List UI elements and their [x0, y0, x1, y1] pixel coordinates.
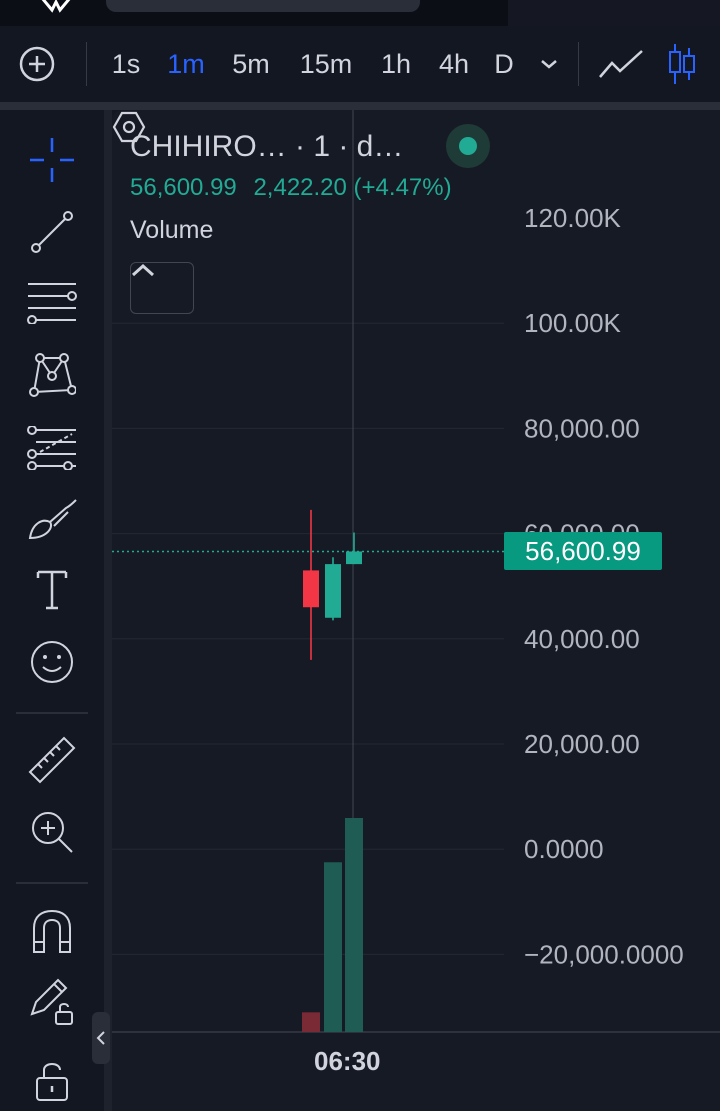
price-tick-label: 20,000.00 [524, 729, 640, 759]
sidebar-divider [16, 882, 88, 884]
interval-15m[interactable]: 15m [294, 26, 358, 102]
interval-dropdown[interactable] [534, 26, 564, 102]
symbol-title[interactable]: CHIHIRO… · 1 · d… [130, 130, 403, 164]
ruler-tool[interactable] [22, 730, 82, 790]
volume-bar [345, 817, 363, 1032]
unlock-icon [36, 1063, 68, 1101]
price-tick-label: 100.00K [524, 308, 622, 338]
chart-type-line-button[interactable] [596, 26, 646, 102]
app-logo-icon [41, 0, 71, 13]
settings-hex-icon[interactable] [112, 110, 146, 144]
price-tick-label: 0.0000 [524, 834, 604, 864]
emoji-icon [31, 641, 73, 683]
price-tick-label: −20,000.0000 [524, 939, 684, 969]
crosshair-icon [30, 138, 74, 182]
candle-body [346, 551, 362, 565]
legend-change: 2,422.20 (+4.47%) [253, 174, 452, 201]
zoom-in-icon [32, 812, 73, 853]
sidebar-divider [16, 712, 88, 714]
magnet-icon [33, 909, 71, 953]
fib-retracement-icon [27, 283, 77, 324]
status-dot-icon [459, 137, 477, 155]
add-symbol-button[interactable] [14, 26, 60, 102]
chevron-down-icon [541, 60, 557, 69]
unlock-tool[interactable] [22, 1050, 82, 1110]
legend-last-price: 56,600.99 [130, 174, 237, 201]
toolbar-divider [578, 42, 579, 86]
trend-line-icon [31, 211, 73, 253]
current-price-label: 56,600.99 [504, 532, 662, 571]
prediction-tool[interactable] [22, 418, 82, 478]
pattern-icon [29, 353, 76, 397]
brush-icon [28, 499, 77, 540]
candle-body [303, 570, 319, 608]
drawing-toolbar [0, 110, 104, 1111]
sidebar-collapse-button[interactable] [92, 1012, 110, 1064]
search-bar[interactable] [106, 0, 420, 12]
zoom-in-tool[interactable] [22, 802, 82, 862]
chart-type-candles-button[interactable] [660, 26, 704, 102]
ruler-icon [28, 736, 76, 784]
volume-bar [302, 1012, 320, 1032]
status-strip [0, 0, 720, 26]
toolbar-divider [86, 42, 87, 86]
symbol-legend: CHIHIRO… · 1 · d… 56,600.99 2,422.20 (+4… [130, 124, 490, 201]
legend-values: 56,600.99 2,422.20 (+4.47%) [130, 174, 452, 202]
prediction-icon [27, 426, 76, 470]
lock-drawing-tool[interactable] [22, 970, 82, 1030]
price-tick-label: 40,000.00 [524, 624, 640, 654]
legend-collapse-button[interactable] [130, 262, 194, 314]
text-icon [36, 570, 68, 610]
toolbar-separator [0, 102, 720, 110]
chevron-up-icon [131, 263, 155, 277]
lock-drawing-icon [30, 978, 73, 1025]
chart-pane[interactable]: 120.00K100.00K80,000.0060,000.0040,000.0… [112, 110, 720, 1111]
pattern-tool[interactable] [22, 344, 82, 404]
text-tool[interactable] [22, 560, 82, 620]
fib-retracement-tool[interactable] [22, 272, 82, 332]
candle-body [325, 564, 341, 618]
candles-icon [669, 44, 695, 84]
line-chart-icon [599, 50, 643, 78]
magnet-tool[interactable] [22, 902, 82, 962]
volume-bar [324, 862, 342, 1032]
interval-d[interactable]: D [488, 26, 520, 102]
chevron-left-icon [96, 1031, 105, 1045]
status-strip-right [508, 0, 720, 26]
price-tick-label: 80,000.00 [524, 413, 640, 443]
trend-line-tool[interactable] [22, 202, 82, 262]
interval-1h[interactable]: 1h [374, 26, 418, 102]
plus-circle-icon [19, 46, 55, 82]
chart-canvas[interactable]: 120.00K100.00K80,000.0060,000.0040,000.0… [112, 110, 720, 1111]
brush-tool[interactable] [22, 490, 82, 550]
crosshair-tool[interactable] [22, 130, 82, 190]
interval-4h[interactable]: 4h [432, 26, 476, 102]
volume-indicator-label[interactable]: Volume [130, 216, 213, 245]
price-tick-label: 120.00K [524, 203, 622, 233]
time-axis-label: 06:30 [314, 1046, 381, 1076]
sidebar-gutter [104, 110, 112, 1111]
top-toolbar: 1s 1m 5m 15m 1h 4h D [0, 26, 720, 102]
market-status-indicator[interactable] [446, 124, 490, 168]
interval-1s[interactable]: 1s [104, 26, 148, 102]
interval-1m[interactable]: 1m [160, 26, 212, 102]
interval-5m[interactable]: 5m [224, 26, 278, 102]
emoji-tool[interactable] [22, 632, 82, 692]
